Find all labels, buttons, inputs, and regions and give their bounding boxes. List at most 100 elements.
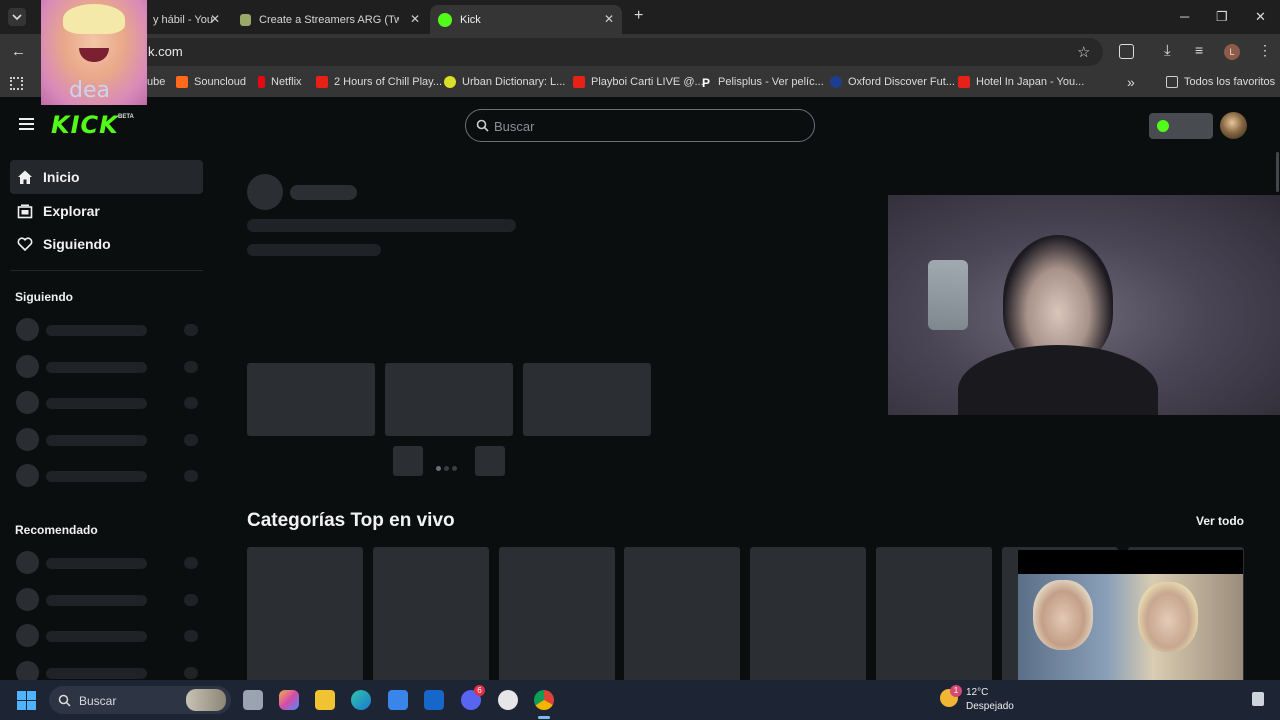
apps-grid-icon[interactable] (10, 77, 23, 90)
overlay-person-left (1033, 580, 1093, 650)
bookmark-pelisplus[interactable]: P Pelisplus - Ver pelíc... (702, 76, 824, 90)
soundcloud-icon (176, 76, 188, 88)
sidebar-item-explorar[interactable]: Explorar (10, 194, 203, 228)
weather-widget[interactable]: 1 12°C Despejado (940, 684, 1018, 716)
chrome-icon[interactable] (534, 690, 554, 710)
bookmark-hotel-japan[interactable]: Hotel In Japan - You... (958, 76, 1084, 88)
media-control-icon[interactable]: ≡ (1195, 42, 1203, 58)
sidebar-item-siguiendo[interactable]: Siguiendo (10, 227, 203, 261)
bookmarks-bar: ube Souncloud Netflix 2 Hours of Chill P… (0, 70, 1280, 97)
login-button[interactable] (1149, 113, 1213, 139)
category-card-skeleton[interactable] (499, 547, 615, 687)
recommended-skeleton-row (16, 551, 200, 575)
tab-create-streamers-arg[interactable]: Create a Streamers ARG (Twich/ ✕ (232, 5, 428, 34)
bookmark-label: Urban Dictionary: L... (462, 76, 566, 88)
category-card-skeleton[interactable] (373, 547, 489, 687)
bookmark-label: Playboi Carti LIVE @... (591, 76, 704, 88)
bookmark-label: ube (147, 76, 166, 88)
page-scrollbar[interactable] (1276, 152, 1279, 192)
bookmark-chill-play[interactable]: 2 Hours of Chill Play... (316, 76, 442, 88)
featured-line-skeleton (247, 219, 516, 232)
restore-icon[interactable]: ❐ (1216, 9, 1228, 25)
bookmark-playboi-carti[interactable]: Playboi Carti LIVE @... (573, 76, 704, 88)
recommended-heading: Recomendado (15, 523, 98, 537)
bookmark-star-icon[interactable]: ☆ (1077, 43, 1090, 61)
oxford-icon (830, 76, 842, 88)
sticker-text: dea (69, 78, 110, 103)
category-card-skeleton[interactable] (624, 547, 740, 687)
carousel-next-button[interactable] (475, 446, 505, 476)
extensions-icon[interactable] (1119, 44, 1134, 59)
taskbar-search-input[interactable]: Buscar (79, 694, 116, 708)
bookmark-youtube[interactable]: ube (147, 76, 165, 88)
taskbar-search-box[interactable]: Buscar (49, 686, 231, 714)
close-icon[interactable]: ✕ (410, 12, 420, 26)
windows-taskbar: Buscar 6 1 12°C Despejado (0, 680, 1280, 720)
carousel-card-skeleton[interactable] (523, 363, 651, 436)
category-card-skeleton[interactable] (247, 547, 363, 687)
carousel-prev-button[interactable] (393, 446, 423, 476)
carousel-card-skeleton[interactable] (247, 363, 375, 436)
urban-dictionary-icon (444, 76, 456, 88)
tab-search-button[interactable] (8, 8, 26, 26)
bookmark-label: 2 Hours of Chill Play... (334, 76, 443, 88)
bookmark-label: Oxford Discover Fut... (848, 76, 955, 88)
mail-icon[interactable] (424, 690, 444, 710)
featured-avatar-skeleton (247, 174, 283, 210)
bookmark-oxford-discover[interactable]: Oxford Discover Fut... (830, 76, 955, 88)
close-window-icon[interactable]: ✕ (1255, 9, 1266, 25)
close-icon[interactable]: ✕ (604, 12, 614, 26)
profile-avatar[interactable]: L (1224, 44, 1240, 60)
category-card-skeleton[interactable] (876, 547, 992, 687)
minimize-icon[interactable]: ─ (1180, 9, 1189, 24)
search-icon (58, 694, 71, 707)
back-icon[interactable]: ← (11, 43, 26, 60)
folder-icon (1166, 76, 1178, 88)
discord-icon[interactable]: 6 (461, 685, 485, 710)
search-box[interactable]: Buscar (465, 109, 815, 142)
bookmark-label: Souncloud (194, 76, 246, 88)
following-heading: Siguiendo (15, 290, 73, 304)
tab-kick[interactable]: Kick ✕ (430, 5, 622, 34)
new-tab-button[interactable]: + (634, 7, 643, 25)
user-avatar[interactable] (1220, 112, 1247, 139)
bookmark-netflix[interactable]: Netflix (258, 76, 302, 88)
tab-youtube[interactable]: y hábil - You ✕ (145, 5, 228, 34)
all-bookmarks-button[interactable]: Todos los favoritos (1166, 76, 1275, 88)
file-explorer-icon[interactable] (315, 690, 335, 710)
section-title-top-categories: Categorías Top en vivo (247, 510, 455, 531)
copilot-icon[interactable] (279, 690, 299, 710)
tray-icon[interactable] (1252, 692, 1264, 706)
close-icon[interactable]: ✕ (210, 12, 220, 26)
overlay-person-right (1138, 582, 1198, 652)
following-skeleton-row (16, 464, 200, 488)
kick-k-icon (1157, 120, 1169, 132)
store-icon[interactable] (388, 690, 408, 710)
webcam-wall-clothes (928, 260, 968, 330)
omnibox[interactable] (100, 38, 1103, 66)
sticker-mouth (79, 48, 109, 62)
browser-toolbar: ← k.com ☆ ⤓ ≡ L ⋮ (0, 34, 1280, 70)
sidebar: Inicio Explorar Siguiendo Siguiendo Reco… (0, 97, 215, 684)
bookmarks-overflow-button[interactable]: » (1127, 74, 1135, 90)
explore-icon (17, 204, 33, 219)
carousel-card-skeleton[interactable] (385, 363, 513, 436)
tab-label: Kick (460, 13, 481, 26)
task-view-icon[interactable] (243, 690, 263, 710)
category-card-skeleton[interactable] (750, 547, 866, 687)
menu-kebab-icon[interactable]: ⋮ (1258, 42, 1272, 59)
address-url[interactable]: k.com (148, 44, 183, 59)
obs-icon[interactable] (498, 690, 518, 710)
following-skeleton-row (16, 355, 200, 379)
search-input[interactable]: Buscar (494, 119, 534, 134)
bookmark-urban-dictionary[interactable]: Urban Dictionary: L... (444, 76, 565, 88)
start-menu-icon[interactable] (17, 691, 36, 710)
sidebar-item-inicio[interactable]: Inicio (10, 160, 203, 194)
sidebar-item-label: Inicio (43, 169, 80, 185)
sidebar-divider (10, 270, 203, 271)
bookmark-soundcloud[interactable]: Souncloud (176, 76, 246, 88)
see-all-link[interactable]: Ver todo (1196, 514, 1244, 528)
download-icon[interactable]: ⤓ (1164, 42, 1171, 59)
edge-icon[interactable] (351, 690, 371, 710)
tab-label: Create a Streamers ARG (Twich/ (259, 13, 399, 26)
